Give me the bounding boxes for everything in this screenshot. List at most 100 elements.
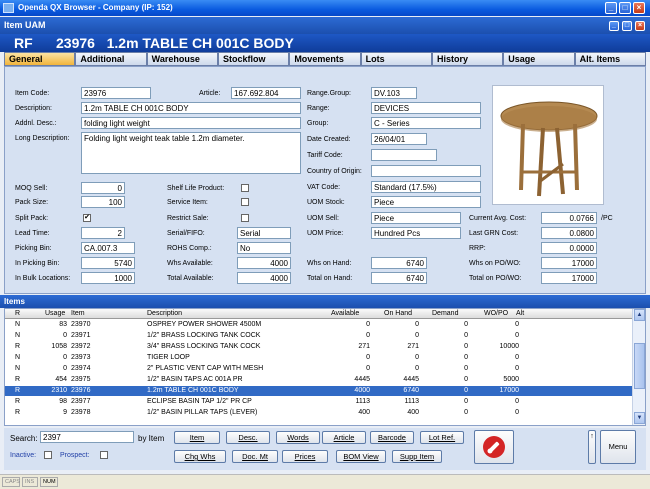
lead-time-field[interactable]: 2 <box>81 227 125 239</box>
col-available[interactable]: Available <box>331 310 359 317</box>
chg-whs-button[interactable]: Chg Whs <box>174 450 226 463</box>
serial-fifo-field[interactable]: Serial <box>237 227 291 239</box>
picking-bin-field[interactable]: CA.007.3 <box>81 242 135 254</box>
table-row[interactable]: N 0 23973 TIGER LOOP 0 0 0 0 <box>5 353 633 363</box>
barcode-button[interactable]: Barcode <box>370 431 414 444</box>
tab-movements[interactable]: Movements <box>289 52 361 66</box>
col-description[interactable]: Description <box>147 310 182 317</box>
table-row[interactable]: R 454 23975 1/2" BASIN TAPS AC 001A PR 4445 4… <box>5 375 633 385</box>
col-on-hand[interactable]: On Hand <box>384 310 412 317</box>
tab-stockflow[interactable]: Stockflow <box>217 52 290 66</box>
search-input[interactable]: 2397 <box>40 431 134 443</box>
tab-lots[interactable]: Lots <box>360 52 432 66</box>
scroll-up-button[interactable]: ▲ <box>634 309 645 321</box>
long-desc-label: Long Description: <box>15 135 70 142</box>
doc-mt-button[interactable]: Doc. Mt <box>232 450 278 463</box>
table-cell: 271 <box>358 343 370 350</box>
desc-button[interactable]: Desc. <box>226 431 270 444</box>
article-button[interactable]: Article <box>322 431 366 444</box>
country-origin-label: Country of Origin: <box>307 168 362 175</box>
scroll-down-button[interactable]: ▼ <box>634 412 645 424</box>
table-cell: R <box>15 343 21 350</box>
tariff-code-field[interactable] <box>371 149 437 161</box>
whs-po-wo-field[interactable]: 17000 <box>541 257 597 269</box>
restrict-sale-checkbox[interactable] <box>241 214 249 222</box>
supp-item-button[interactable]: Supp Item <box>392 450 442 463</box>
col-r[interactable]: R <box>15 310 20 317</box>
uom-stock-field[interactable]: Piece <box>371 196 481 208</box>
uom-price-field[interactable]: Hundred Pcs <box>371 227 461 239</box>
tools-button[interactable] <box>474 430 514 464</box>
bom-view-button[interactable]: BOM View <box>336 450 386 463</box>
table-row[interactable]: N 0 23974 2" PLASTIC VENT CAP WITH MESH 0 0 0 0 <box>5 364 633 374</box>
col-usage[interactable]: Usage <box>45 310 65 317</box>
rrp-field[interactable]: 0.0000 <box>541 242 597 254</box>
total-po-wo-field[interactable]: 17000 <box>541 272 597 284</box>
words-button[interactable]: Words <box>276 431 320 444</box>
moq-sell-field[interactable]: 0 <box>81 182 125 194</box>
lot-ref-button[interactable]: Lot Ref. <box>420 431 464 444</box>
sub-close-button[interactable]: × <box>635 21 645 31</box>
in-bulk-field[interactable]: 1000 <box>81 272 135 284</box>
whs-available-field[interactable]: 4000 <box>237 257 291 269</box>
table-row[interactable]: R 1058 23972 3/4" BRASS LOCKING TANK COCK 27… <box>5 342 633 352</box>
minimize-button[interactable]: _ <box>605 2 617 14</box>
prices-button[interactable]: Prices <box>282 450 328 463</box>
pack-size-field[interactable]: 100 <box>81 196 125 208</box>
restrict-sale-label: Restrict Sale: <box>167 215 209 222</box>
total-on-hand-field[interactable]: 6740 <box>371 272 427 284</box>
items-list[interactable]: R Usage Item Description Available On Ha… <box>4 308 646 426</box>
inactive-checkbox[interactable] <box>44 451 52 459</box>
country-origin-field[interactable] <box>371 165 481 177</box>
range-group-field[interactable]: DV.103 <box>371 87 417 99</box>
table-row[interactable]: N 83 23970 OSPREY POWER SHOWER 4500M 0 0 0 0 <box>5 320 633 330</box>
item-code-field[interactable]: 23976 <box>81 87 151 99</box>
tab-alt-items[interactable]: Alt. Items <box>574 52 646 66</box>
group-field[interactable]: C - Series <box>371 117 481 129</box>
addnl-desc-field[interactable]: folding light weight <box>81 117 301 129</box>
arrow-button[interactable]: ↑ <box>588 430 596 464</box>
prospect-checkbox[interactable] <box>100 451 108 459</box>
tab-additional[interactable]: Additional <box>75 52 147 66</box>
split-pack-checkbox[interactable]: ✔ <box>83 214 91 222</box>
table-row[interactable]: R 2310 23976 1.2m TABLE CH 001C BODY 4000 674… <box>5 386 633 396</box>
total-available-field[interactable]: 4000 <box>237 272 291 284</box>
table-row[interactable]: R 98 23977 ECLIPSE BASIN TAP 1/2" PR CP 1113… <box>5 397 633 407</box>
table-cell: 0 <box>63 365 67 372</box>
long-desc-field[interactable]: Folding light weight teak table 1.2m dia… <box>81 132 301 174</box>
scroll-thumb[interactable] <box>634 343 645 389</box>
col-item[interactable]: Item <box>71 310 85 317</box>
in-picking-bin-field[interactable]: 5740 <box>81 257 135 269</box>
app-icon <box>3 3 14 13</box>
col-demand[interactable]: Demand <box>432 310 458 317</box>
shelf-life-checkbox[interactable] <box>241 184 249 192</box>
close-button[interactable]: × <box>633 2 645 14</box>
rohs-field[interactable]: No <box>237 242 291 254</box>
range-field[interactable]: DEVICES <box>371 102 481 114</box>
whs-on-hand-field[interactable]: 6740 <box>371 257 427 269</box>
tab-history[interactable]: History <box>431 52 504 66</box>
uom-sell-field[interactable]: Piece <box>371 212 461 224</box>
last-grn-field[interactable]: 0.0800 <box>541 227 597 239</box>
col-wo-po[interactable]: WO/PO <box>484 310 508 317</box>
table-row[interactable]: R 9 23978 1/2" BASIN PILLAR TAPS (LEVER) 400… <box>5 408 633 418</box>
col-alt[interactable]: Alt <box>516 310 524 317</box>
tab-general[interactable]: General <box>4 52 76 66</box>
tab-warehouse[interactable]: Warehouse <box>146 52 218 66</box>
service-item-checkbox[interactable] <box>241 198 249 206</box>
maximize-button[interactable]: □ <box>619 2 631 14</box>
table-cell: 454 <box>55 376 67 383</box>
menu-button[interactable]: Menu <box>600 430 636 464</box>
vat-code-field[interactable]: Standard (17.5%) <box>371 181 481 193</box>
items-scrollbar[interactable]: ▲ ▼ <box>632 309 645 425</box>
item-button[interactable]: Item <box>174 431 220 444</box>
sub-maximize-button[interactable]: □ <box>622 21 632 31</box>
article-field[interactable]: 167.692.804 <box>231 87 301 99</box>
table-row[interactable]: N 0 23971 1/2" BRASS LOCKING TANK COCK 0 0 0 0 <box>5 331 633 341</box>
table-cell: 23971 <box>71 332 91 339</box>
description-field[interactable]: 1.2m TABLE CH 001C BODY <box>81 102 301 114</box>
tab-usage[interactable]: Usage <box>503 52 575 66</box>
avg-cost-field[interactable]: 0.0766 <box>541 212 597 224</box>
date-created-field[interactable]: 26/04/01 <box>371 133 427 145</box>
sub-minimize-button[interactable]: _ <box>609 21 619 31</box>
